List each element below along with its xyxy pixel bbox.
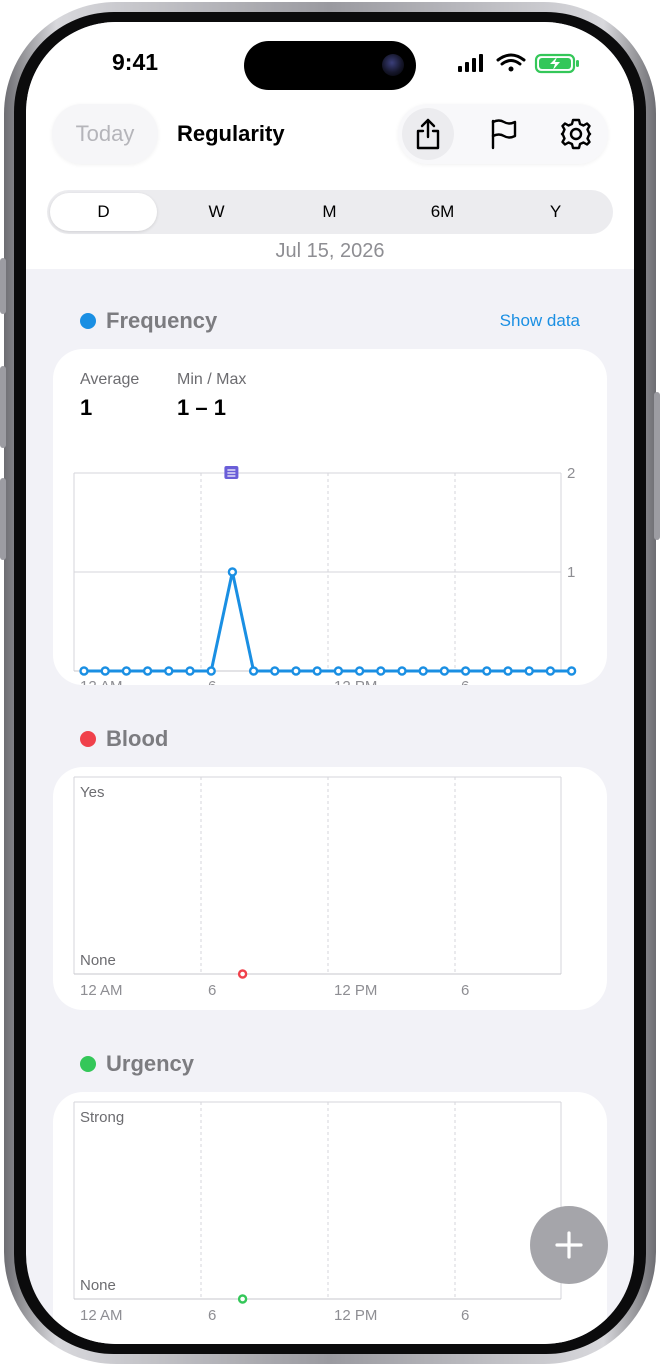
data-point — [270, 666, 280, 676]
urgency-title: Urgency — [106, 1051, 195, 1076]
power-button — [654, 392, 660, 540]
data-point — [503, 666, 513, 676]
volume-up-button — [0, 366, 6, 448]
cellular-signal-icon — [458, 54, 483, 72]
x-tick-label: 6 — [461, 1307, 469, 1324]
tab-day[interactable]: D — [50, 193, 157, 231]
data-point — [439, 666, 450, 676]
battery-charging-icon — [534, 53, 579, 74]
data-point — [524, 666, 534, 676]
blood-section-title: Blood — [80, 726, 168, 752]
x-tick-label: 6 — [208, 1307, 216, 1324]
y-category-label-top: Yes — [80, 784, 104, 801]
blood-card: 12 AM 6 12 PM 6 Yes None — [53, 767, 607, 1010]
screen: 9:41 Today Regularity D W M 6M Y Jul 15,… — [26, 22, 634, 1344]
data-point — [376, 666, 386, 676]
urgency-chart: 12 AM 6 12 PM 6 Strong None — [73, 1101, 562, 1324]
data-point — [227, 567, 238, 577]
y-category-label-top: Strong — [80, 1109, 124, 1126]
y-tick-label: 2 — [567, 465, 575, 482]
x-tick-label: 12 PM — [334, 982, 377, 999]
blood-color-dot — [80, 731, 96, 747]
urgency-section-title: Urgency — [80, 1051, 194, 1077]
urgency-card: 12 AM 6 12 PM 6 Strong None — [53, 1092, 607, 1344]
plus-icon — [555, 1231, 583, 1259]
tab-month[interactable]: M — [276, 193, 383, 231]
x-tick-label: 6 — [461, 678, 469, 685]
data-point — [545, 666, 556, 676]
data-point — [237, 969, 248, 979]
data-point — [312, 666, 322, 676]
x-tick-label: 6 — [461, 982, 469, 999]
frequency-section-title: Frequency — [80, 308, 217, 334]
data-point — [100, 666, 110, 676]
data-point — [566, 666, 577, 676]
dynamic-island — [244, 41, 416, 90]
share-button[interactable] — [402, 108, 454, 160]
action-button — [0, 258, 6, 314]
today-button[interactable]: Today — [52, 104, 158, 164]
data-point — [418, 666, 428, 676]
data-point — [206, 666, 216, 676]
y-tick-label: 1 — [567, 564, 575, 581]
data-point — [460, 666, 471, 676]
blood-chart: 12 AM 6 12 PM 6 Yes None — [73, 776, 562, 999]
volume-down-button — [0, 478, 6, 560]
period-selector: D W M 6M Y — [47, 190, 613, 234]
settings-button[interactable] — [550, 108, 602, 160]
frequency-card: Average 1 Min / Max 1 – 1 12 AM612 PM621 — [53, 349, 607, 685]
share-icon — [416, 118, 440, 150]
status-icons — [458, 53, 579, 74]
data-point — [482, 666, 492, 676]
y-category-label-bottom: None — [80, 952, 116, 969]
x-tick-label: 12 PM — [334, 678, 377, 685]
note-icon — [224, 466, 239, 479]
data-point — [237, 1294, 248, 1304]
frequency-chart: 12 AM 6 12 PM 6 2 1 — [73, 465, 577, 685]
urgency-color-dot — [80, 1056, 96, 1072]
gear-icon — [560, 118, 592, 150]
add-entry-button[interactable] — [530, 1206, 608, 1284]
data-point — [121, 666, 132, 676]
tab-week[interactable]: W — [163, 193, 270, 231]
tab-year[interactable]: Y — [502, 193, 609, 231]
toolbar — [398, 104, 608, 164]
data-point — [79, 666, 89, 676]
data-point — [142, 666, 153, 676]
camera-icon — [382, 54, 404, 76]
show-data-link[interactable]: Show data — [500, 311, 580, 331]
page-title: Regularity — [177, 121, 285, 146]
blood-title: Blood — [106, 726, 169, 751]
x-tick-label: 6 — [208, 982, 216, 999]
wifi-icon — [496, 53, 526, 72]
x-tick-label: 12 AM — [80, 982, 123, 999]
data-point — [185, 666, 195, 676]
tab-six-months[interactable]: 6M — [389, 193, 496, 231]
date-label: Jul 15, 2026 — [275, 240, 385, 262]
status-time: 9:41 — [112, 49, 159, 75]
data-point — [354, 666, 365, 676]
x-tick-label: 6 — [208, 678, 216, 685]
x-tick-label: 12 PM — [334, 1307, 377, 1324]
frequency-series-line — [84, 570, 572, 673]
flag-icon — [491, 119, 517, 150]
y-category-label-bottom: None — [80, 1277, 116, 1294]
data-point — [164, 666, 174, 676]
data-point — [333, 666, 344, 676]
data-point — [397, 666, 407, 676]
frequency-title: Frequency — [106, 308, 218, 333]
data-point — [291, 666, 301, 676]
x-tick-label: 12 AM — [80, 678, 123, 685]
x-tick-label: 12 AM — [80, 1307, 123, 1324]
frequency-color-dot — [80, 313, 96, 329]
data-point — [248, 666, 259, 676]
flag-button[interactable] — [478, 108, 530, 160]
